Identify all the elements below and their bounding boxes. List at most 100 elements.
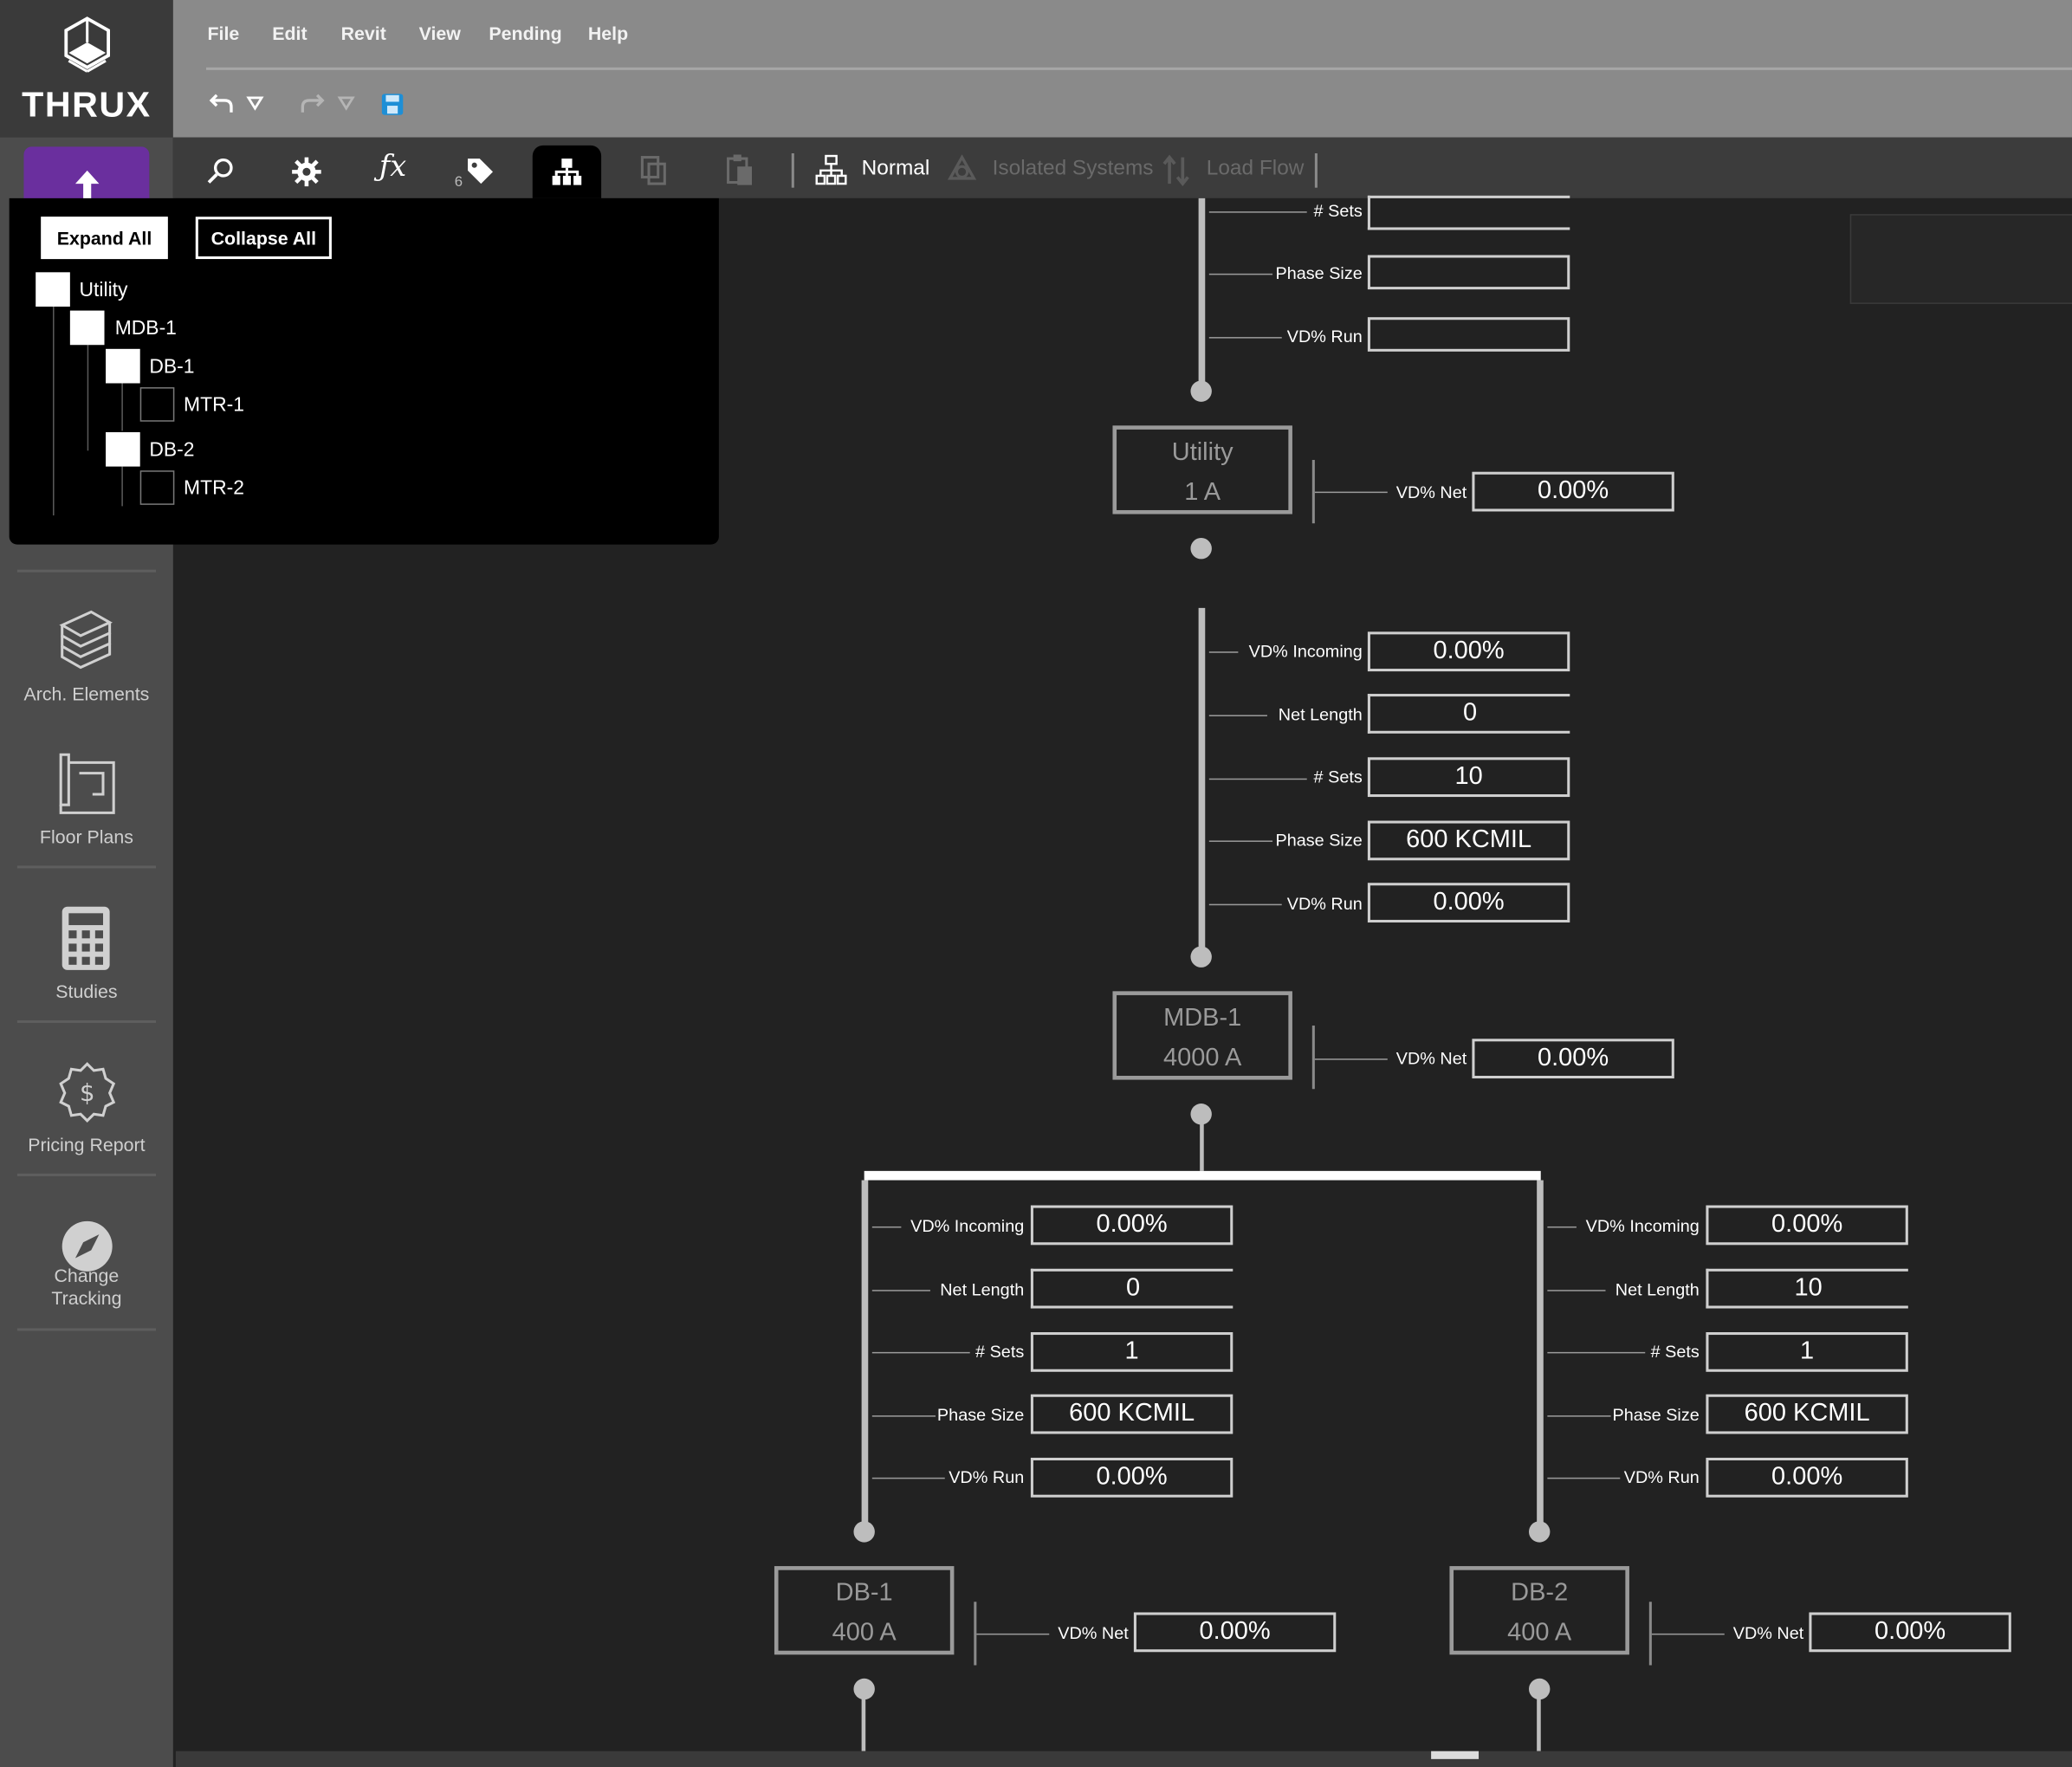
sidebar-item-floor-plans[interactable]: Floor Plans [0,744,173,857]
field-label: # Sets [1650,1341,1700,1362]
scrollbar-thumb[interactable] [1431,1751,1480,1759]
db2-net-length-field[interactable]: 10 [1706,1268,1908,1309]
db2-vd-incoming-field[interactable]: 0.00% [1706,1205,1908,1246]
tree-label-utility[interactable]: Utility [80,279,128,301]
field-label: Net Length [1278,704,1363,725]
tab-hierarchy[interactable] [532,145,602,198]
gear-icon[interactable] [291,156,323,188]
connector-dot[interactable] [853,1678,875,1700]
sidebar-divider [16,1328,157,1331]
db1-net-length-field[interactable]: 0 [1030,1268,1233,1309]
db1-node[interactable]: DB-1 400 A [774,1566,955,1655]
expand-all-button[interactable]: Expand All [41,217,168,260]
menu-file[interactable]: File [208,23,240,43]
sidebar-divider [16,865,157,869]
field-label: VD% Incoming [1248,641,1363,661]
utility-node[interactable]: Utility 1 A [1112,425,1292,515]
db2-phase-size-field[interactable]: 600 KCMIL [1706,1394,1908,1434]
mdb1-vd-incoming-field[interactable]: 0.00% [1367,631,1570,672]
app-window: THRUX Arch. Elements Floor Plans Studies… [0,0,2072,1767]
connector-dot[interactable] [1190,1104,1212,1125]
paste-icon[interactable] [725,153,754,188]
node-name: Utility [1171,438,1233,467]
field-label: Net Length [940,1278,1025,1299]
connector-dot[interactable] [1529,1521,1551,1543]
mdb1-vd-net-field[interactable]: 0.00% [1472,1039,1674,1079]
db1-vd-net-field[interactable]: 0.00% [1133,1612,1337,1653]
db2-sets-field[interactable]: 1 [1706,1332,1908,1372]
network-icon[interactable] [815,154,847,187]
node-name: DB-1 [835,1579,893,1608]
tree-line [121,383,123,431]
feeder-stem [861,1698,866,1751]
mode-load-flow[interactable]: Load Flow [1207,158,1305,181]
tree-checkbox[interactable] [139,470,175,505]
tree-label-mtr1[interactable]: MTR-1 [184,394,244,417]
sidebar-divider [16,569,157,573]
connector-dot[interactable] [1529,1678,1551,1700]
top-sets-field[interactable] [1367,195,1570,230]
menu-edit[interactable]: Edit [272,23,307,43]
tree-checkbox[interactable] [106,431,140,467]
tree-label-db1[interactable]: DB-1 [149,355,194,378]
connector-dot[interactable] [1190,380,1212,402]
calculator-icon [62,906,110,970]
undo-icon[interactable] [209,90,236,117]
menu-divider [205,67,2072,70]
menu-revit[interactable]: Revit [341,23,386,43]
top-vd-run-field[interactable] [1367,317,1570,352]
field-label: VD% Run [1286,326,1363,346]
menu-help[interactable]: Help [588,23,628,43]
db1-sets-field[interactable]: 1 [1030,1332,1233,1372]
sidebar-item-change-tracking[interactable]: Change Tracking [0,1214,173,1326]
db2-vd-run-field[interactable]: 0.00% [1706,1457,1908,1498]
db1-vd-incoming-field[interactable]: 0.00% [1030,1205,1233,1246]
sidebar-item-arch-elements[interactable]: Arch. Elements [0,601,173,714]
load-flow-icon[interactable] [1160,154,1192,187]
redo-icon[interactable] [299,90,326,117]
field-label: # Sets [975,1341,1025,1362]
tree-label-mdb1[interactable]: MDB-1 [115,317,177,340]
mode-normal[interactable]: Normal [862,158,930,181]
db1-phase-size-field[interactable]: 600 KCMIL [1030,1394,1233,1434]
sidebar-divider [16,1019,157,1023]
sidebar-item-studies[interactable]: Studies [0,899,173,1012]
collapse-all-button[interactable]: Collapse All [195,217,332,260]
recycle-icon[interactable] [946,154,978,187]
mdb1-vd-run-field[interactable]: 0.00% [1367,883,1570,923]
search-icon[interactable] [206,156,236,185]
tree-label-db2[interactable]: DB-2 [149,439,194,462]
tree-checkbox[interactable] [36,272,70,307]
mdb1-net-length-field[interactable]: 0 [1367,694,1570,734]
chevron-down-icon[interactable] [246,95,264,111]
sidebar-item-label: Pricing Report [28,1134,146,1155]
mdb1-sets-field[interactable]: 10 [1367,757,1570,798]
db1-vd-run-field[interactable]: 0.00% [1030,1457,1233,1498]
menu-pending[interactable]: Pending [489,23,561,43]
tag-icon[interactable] [465,156,495,185]
utility-vd-net-field[interactable]: 0.00% [1472,471,1674,512]
sidebar-item-pricing-report[interactable]: $ Pricing Report [0,1055,173,1168]
db2-vd-net-field[interactable]: 0.00% [1809,1612,2011,1653]
mode-isolated-systems[interactable]: Isolated Systems [993,158,1154,181]
mdb1-node[interactable]: MDB-1 4000 A [1112,991,1292,1080]
chevron-down-icon[interactable] [337,95,355,111]
top-phase-size-field[interactable] [1367,255,1570,290]
tree-checkbox[interactable] [139,387,175,422]
connector-dot[interactable] [853,1521,875,1543]
menu-view[interactable]: View [419,23,461,43]
db2-node[interactable]: DB-2 400 A [1449,1566,1629,1655]
node-rating: 4000 A [1163,1044,1242,1072]
price-badge-icon: $ [59,1062,116,1123]
connector-dot[interactable] [1190,946,1212,968]
tree-label-mtr2[interactable]: MTR-2 [184,477,244,500]
horizontal-scrollbar[interactable] [175,1751,2072,1767]
connector-dot[interactable] [1190,538,1212,560]
tree-checkbox[interactable] [106,348,140,384]
tree-checkbox[interactable] [69,310,105,346]
formula-icon[interactable]: ƒx [379,151,406,184]
save-icon[interactable] [380,93,404,116]
mdb1-phase-size-field[interactable]: 600 KCMIL [1367,820,1570,861]
copy-icon[interactable] [639,155,669,187]
field-label: Phase Size [1612,1404,1700,1425]
